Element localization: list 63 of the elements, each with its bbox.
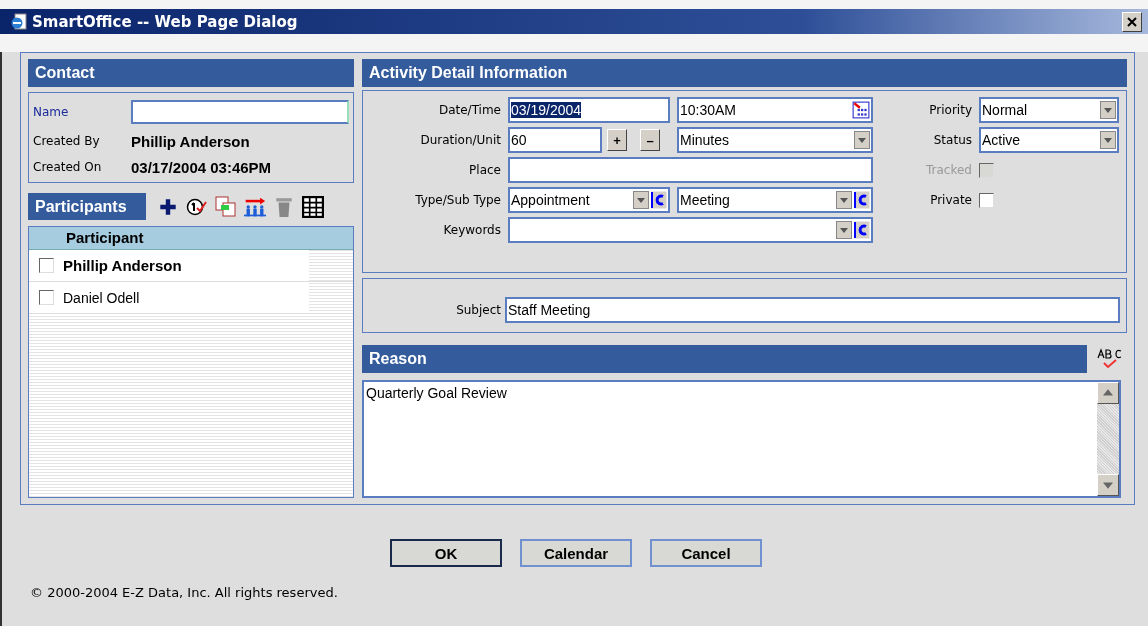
field-label: Subject <box>455 302 501 317</box>
checkbox[interactable] <box>979 192 994 208</box>
dropdown[interactable]: Active <box>979 127 1119 153</box>
subject-field[interactable]: Staff Meeting <box>505 296 1120 323</box>
time-field[interactable]: 10:30AM <box>677 97 873 123</box>
copyright-text: © 2000-2004 E-Z Data, Inc. All rights reserved. <box>30 585 339 600</box>
section-header: Participants <box>28 193 146 220</box>
group-arrow-icon[interactable] <box>244 195 266 218</box>
column-header: Participant <box>29 227 353 250</box>
field-label: Created By <box>33 134 101 148</box>
dialog-button[interactable]: Calendar <box>520 539 632 567</box>
field-label: Private <box>929 193 972 207</box>
field-label: Date/Time <box>437 103 501 117</box>
c-button-icon[interactable] <box>854 221 870 239</box>
reason-text: Quarterly Goal Review <box>365 384 508 403</box>
dropdown[interactable] <box>508 217 873 243</box>
c-button-icon[interactable] <box>651 191 667 209</box>
dropdown[interactable]: Meeting <box>677 187 873 213</box>
copy-records-icon[interactable] <box>215 195 237 218</box>
field-label: Keywords <box>442 223 501 237</box>
c-button-icon[interactable] <box>854 191 870 209</box>
name-link[interactable]: Name <box>33 104 131 119</box>
spellcheck-icon[interactable] <box>1097 348 1123 370</box>
field-value: 03/17/2004 03:46PM <box>131 158 272 176</box>
field-value: Phillip Anderson <box>131 132 250 150</box>
section-header: Contact <box>28 59 354 87</box>
calendar-icon[interactable] <box>852 101 870 119</box>
step-button[interactable]: + <box>607 129 627 151</box>
field-label: Place <box>468 163 501 177</box>
step-button[interactable]: – <box>640 129 660 151</box>
dialog-button[interactable]: OK <box>390 539 502 567</box>
section-header: Reason <box>362 345 1087 373</box>
close-button[interactable] <box>1122 11 1142 32</box>
checkbox[interactable] <box>39 258 54 273</box>
reason-field[interactable]: Quarterly Goal Review <box>362 380 1121 498</box>
field-label: Priority <box>928 103 972 117</box>
text-field[interactable] <box>508 157 873 183</box>
participant-row[interactable]: Daniel Odell <box>29 282 353 314</box>
dialog-button[interactable]: Cancel <box>650 539 762 567</box>
scroll-up-icon[interactable] <box>1097 382 1119 404</box>
dropdown[interactable]: Appointment <box>508 187 670 213</box>
section-header: Activity Detail Information <box>362 59 1127 87</box>
dropdown[interactable]: Normal <box>979 97 1119 123</box>
checkbox[interactable] <box>39 290 54 305</box>
participant-name: Phillip Anderson <box>63 257 182 274</box>
field-label: Duration/Unit <box>419 133 501 147</box>
date-field[interactable]: 03/19/2004 <box>508 97 670 123</box>
scroll-down-icon[interactable] <box>1097 474 1119 496</box>
dropdown[interactable]: Minutes <box>677 127 873 153</box>
globe-page-icon <box>10 12 28 31</box>
trash-icon[interactable] <box>273 195 295 218</box>
participant-row[interactable]: Phillip Anderson <box>29 250 353 282</box>
field-label: Type/Sub Type <box>414 193 501 207</box>
table-grid-icon[interactable] <box>302 195 324 218</box>
window-title: SmartOffice -- Web Page Dialog <box>32 12 299 31</box>
field-label: Created On <box>33 160 103 174</box>
scrollbar[interactable] <box>1097 382 1119 496</box>
field-label: Tracked <box>925 163 972 177</box>
participant-name: Daniel Odell <box>63 289 140 306</box>
duration-field[interactable]: 60 <box>508 127 602 153</box>
close-icon <box>1127 16 1137 27</box>
field-label: Status <box>932 133 972 147</box>
name-field[interactable] <box>131 99 349 124</box>
